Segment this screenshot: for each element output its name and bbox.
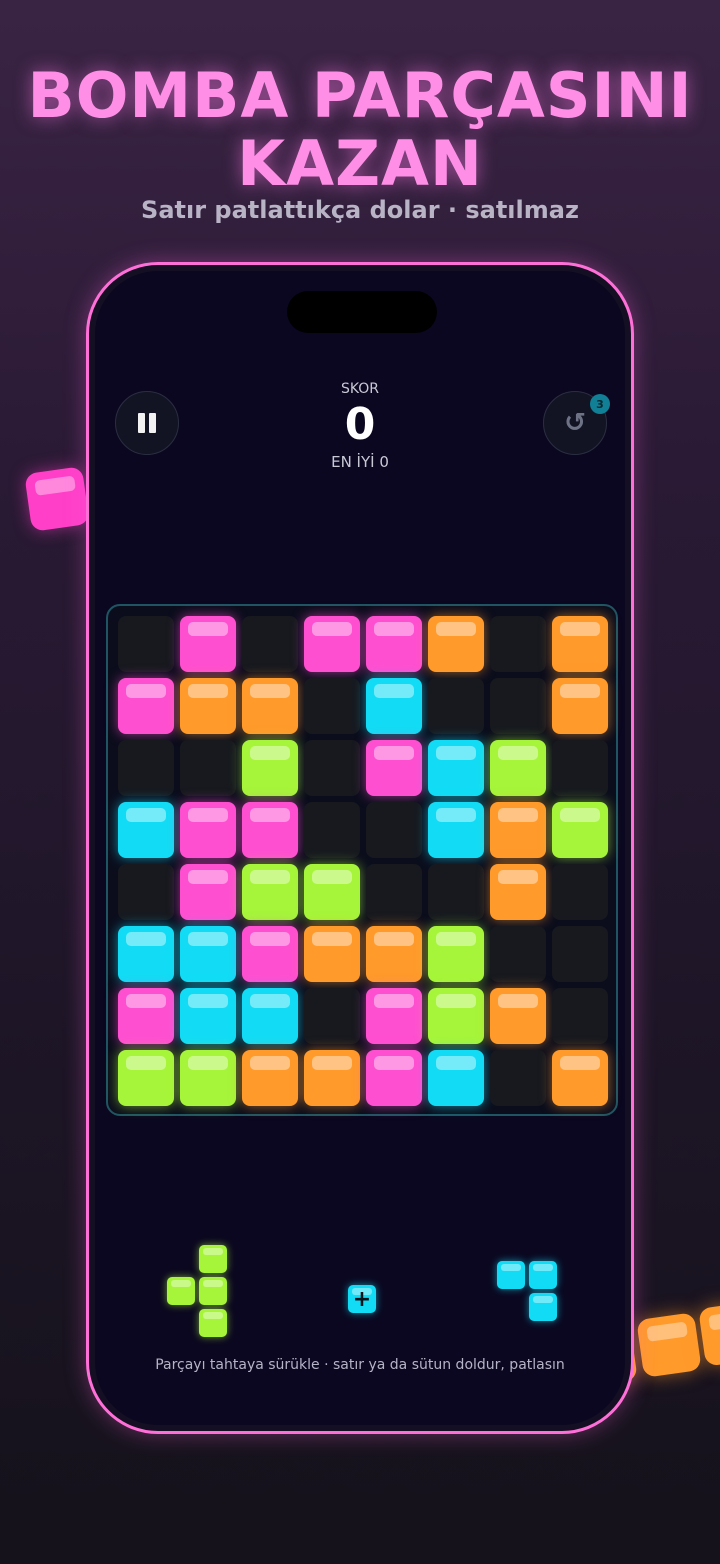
piece-cell (529, 1293, 557, 1321)
block-pink[interactable] (366, 988, 422, 1044)
piece-cell (199, 1277, 227, 1305)
block-orange[interactable] (180, 678, 236, 734)
piece-cell: + (348, 1285, 376, 1313)
score-label: SKOR (340, 381, 380, 397)
block-orange[interactable] (304, 1050, 360, 1106)
block-lime[interactable] (428, 988, 484, 1044)
empty-cell[interactable] (242, 616, 298, 672)
best-score-label: EN İYİ 0 (331, 453, 389, 471)
block-pink[interactable] (242, 802, 298, 858)
block-lime[interactable] (242, 740, 298, 796)
promo-title: BOMBA PARÇASINI KAZAN (27, 59, 693, 200)
promo-subtitle: Satır patlattıkça dolar · satılmaz (141, 196, 579, 224)
promo-headline: BOMBA PARÇASINI KAZAN (0, 62, 720, 198)
block-cyan[interactable] (242, 988, 298, 1044)
block-orange[interactable] (428, 616, 484, 672)
piece-cell (199, 1309, 227, 1337)
block-orange[interactable] (552, 616, 608, 672)
block-orange[interactable] (490, 802, 546, 858)
empty-cell[interactable] (428, 864, 484, 920)
empty-cell[interactable] (552, 740, 608, 796)
empty-cell[interactable] (552, 864, 608, 920)
block-cyan[interactable] (118, 926, 174, 982)
block-pink[interactable] (180, 864, 236, 920)
block-pink[interactable] (242, 926, 298, 982)
empty-cell[interactable] (118, 616, 174, 672)
block-orange[interactable] (552, 1050, 608, 1106)
block-cyan[interactable] (180, 988, 236, 1044)
empty-cell[interactable] (304, 988, 360, 1044)
empty-cell[interactable] (366, 864, 422, 920)
phone-frame: SKOR 0 EN İYİ 0 ↺ 3 + Parçayı tahtaya sü… (86, 262, 634, 1434)
empty-cell[interactable] (304, 740, 360, 796)
game-board[interactable] (106, 604, 618, 1116)
block-pink[interactable] (180, 802, 236, 858)
block-pink[interactable] (118, 678, 174, 734)
empty-cell[interactable] (490, 926, 546, 982)
block-lime[interactable] (118, 1050, 174, 1106)
block-pink[interactable] (366, 1050, 422, 1106)
undo-icon: ↺ (564, 408, 586, 438)
undo-button[interactable]: ↺ 3 (543, 391, 610, 455)
block-lime[interactable] (490, 740, 546, 796)
empty-cell[interactable] (304, 678, 360, 734)
empty-cell[interactable] (180, 740, 236, 796)
block-cyan[interactable] (428, 802, 484, 858)
undo-count-badge: 3 (590, 394, 610, 414)
block-orange[interactable] (242, 678, 298, 734)
empty-cell[interactable] (118, 740, 174, 796)
block-pink[interactable] (366, 740, 422, 796)
block-pink[interactable] (118, 988, 174, 1044)
block-pink[interactable] (366, 616, 422, 672)
empty-cell[interactable] (118, 864, 174, 920)
piece-cell (529, 1261, 557, 1289)
block-lime[interactable] (304, 864, 360, 920)
empty-cell[interactable] (304, 802, 360, 858)
instruction-hint: Parçayı tahtaya sürükle · satır ya da sü… (155, 1357, 565, 1373)
empty-cell[interactable] (552, 988, 608, 1044)
floating-orange-block (636, 1312, 702, 1378)
empty-cell[interactable] (552, 926, 608, 982)
block-cyan[interactable] (366, 678, 422, 734)
block-pink[interactable] (304, 616, 360, 672)
dynamic-island (287, 291, 437, 333)
block-cyan[interactable] (180, 926, 236, 982)
empty-cell[interactable] (490, 678, 546, 734)
empty-cell[interactable] (490, 1050, 546, 1106)
block-orange[interactable] (552, 678, 608, 734)
block-cyan[interactable] (118, 802, 174, 858)
block-cyan[interactable] (428, 1050, 484, 1106)
empty-cell[interactable] (366, 802, 422, 858)
block-lime[interactable] (552, 802, 608, 858)
block-orange[interactable] (242, 1050, 298, 1106)
plus-icon: + (352, 1286, 372, 1312)
block-lime[interactable] (428, 926, 484, 982)
block-orange[interactable] (490, 988, 546, 1044)
block-cyan[interactable] (428, 740, 484, 796)
block-orange[interactable] (490, 864, 546, 920)
piece-cell (167, 1277, 195, 1305)
piece-cell (497, 1261, 525, 1289)
block-orange[interactable] (304, 926, 360, 982)
block-lime[interactable] (180, 1050, 236, 1106)
block-orange[interactable] (366, 926, 422, 982)
floating-pink-block (24, 466, 90, 532)
block-lime[interactable] (242, 864, 298, 920)
piece-cell (199, 1245, 227, 1273)
empty-cell[interactable] (490, 616, 546, 672)
floating-orange-block (698, 1303, 720, 1367)
block-pink[interactable] (180, 616, 236, 672)
empty-cell[interactable] (428, 678, 484, 734)
